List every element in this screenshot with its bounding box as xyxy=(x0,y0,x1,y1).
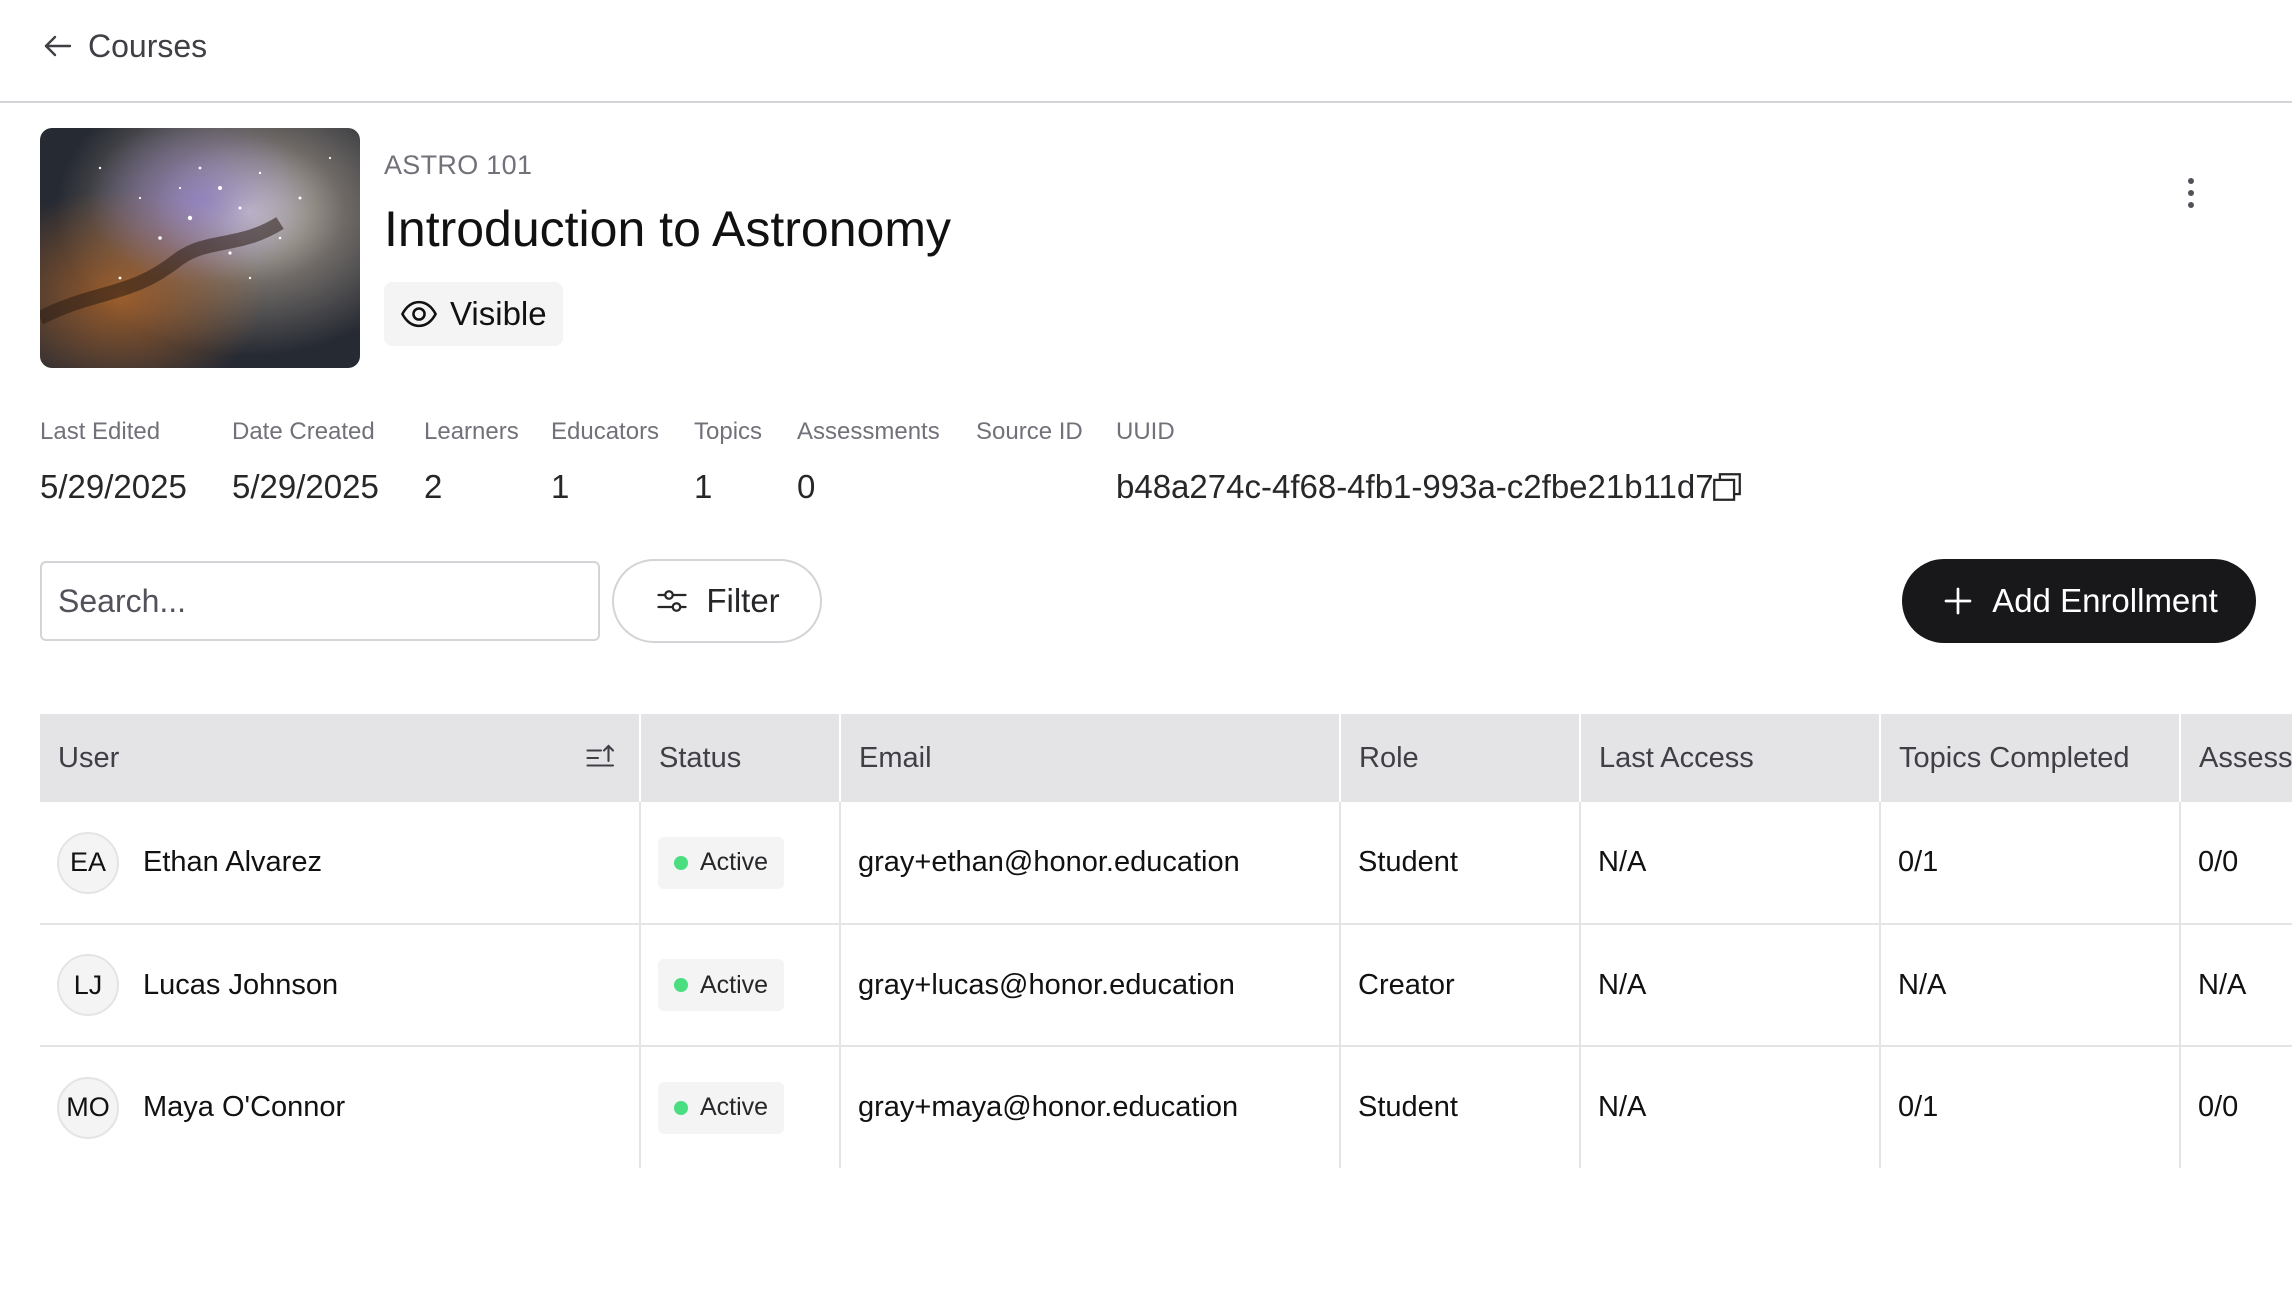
filter-label: Filter xyxy=(706,582,780,619)
learners-value: 2 xyxy=(424,468,443,505)
topics-completed-cell: 0/1 xyxy=(1880,1046,2181,1168)
add-enrollment-label: Add Enrollment xyxy=(1992,582,2218,619)
uuid-label: UUID xyxy=(1116,418,1175,445)
date-created-value: 5/29/2025 xyxy=(232,468,379,505)
user-name[interactable]: Lucas Johnson xyxy=(143,969,338,1002)
column-header-email[interactable]: Email xyxy=(840,714,1341,802)
email-cell: gray+lucas@honor.education xyxy=(840,924,1341,1046)
status-cell: Active xyxy=(640,802,841,924)
status-badge: Active xyxy=(658,959,785,1011)
topics-completed-cell: N/A xyxy=(1880,924,2181,1046)
avatar: EA xyxy=(57,831,119,894)
column-header-status[interactable]: Status xyxy=(640,714,841,802)
email-cell: gray+ethan@honor.education xyxy=(840,802,1341,924)
column-header-user[interactable]: User xyxy=(40,714,641,802)
last-edited-label: Last Edited xyxy=(40,418,161,445)
back-link-label: Courses xyxy=(88,27,208,64)
course-thumbnail xyxy=(40,128,360,368)
role-cell: Student xyxy=(1340,1046,1581,1168)
status-label: Active xyxy=(700,848,769,876)
status-label: Active xyxy=(700,970,769,999)
assessments-cell: 0/0 xyxy=(2180,1046,2292,1168)
eye-icon xyxy=(401,300,437,328)
filter-button[interactable]: Filter xyxy=(612,559,822,643)
enrollment-table: User Status Email Role Last Access Topic… xyxy=(40,714,2292,1168)
user-cell: EA Ethan Alvarez xyxy=(40,802,641,924)
add-enrollment-button[interactable]: Add Enrollment xyxy=(1902,559,2256,643)
table-row[interactable]: LJ Lucas Johnson Active gray+lucas@honor… xyxy=(40,924,2292,1046)
last-access-cell: N/A xyxy=(1580,924,1881,1046)
source-id-label: Source ID xyxy=(976,418,1083,445)
assessments-cell: N/A xyxy=(2180,924,2292,1046)
plus-icon xyxy=(1944,587,1972,615)
column-header-assessments[interactable]: Assessments xyxy=(2180,714,2292,802)
user-name[interactable]: Maya O'Connor xyxy=(143,1091,345,1124)
user-name[interactable]: Ethan Alvarez xyxy=(143,846,322,879)
learners-label: Learners xyxy=(424,418,519,445)
status-cell: Active xyxy=(640,924,841,1046)
role-cell: Student xyxy=(1340,802,1581,924)
assessments-value: 0 xyxy=(797,468,816,505)
more-vertical-icon xyxy=(2188,178,2194,184)
user-cell: LJ Lucas Johnson xyxy=(40,924,641,1046)
copy-icon[interactable] xyxy=(1710,470,1744,504)
status-cell: Active xyxy=(640,1046,841,1168)
enrollment-table-container: User Status Email Role Last Access Topic… xyxy=(40,714,2292,1168)
visibility-label: Visible xyxy=(450,295,547,332)
more-options-button[interactable] xyxy=(2176,168,2206,218)
user-cell: MO Maya O'Connor xyxy=(40,1046,641,1168)
sliders-icon xyxy=(657,590,687,612)
date-created-label: Date Created xyxy=(232,418,375,445)
course-title: Introduction to Astronomy xyxy=(384,201,951,257)
status-badge: Active xyxy=(658,1081,785,1134)
back-to-courses-link[interactable]: Courses xyxy=(40,24,207,68)
avatar: MO xyxy=(57,1076,119,1139)
status-dot-icon xyxy=(674,855,688,870)
search-input[interactable] xyxy=(40,561,600,641)
column-header-role[interactable]: Role xyxy=(1340,714,1581,802)
last-access-cell: N/A xyxy=(1580,1046,1881,1168)
educators-value: 1 xyxy=(551,468,570,505)
course-code: ASTRO 101 xyxy=(384,150,533,180)
last-access-cell: N/A xyxy=(1580,802,1881,924)
assessments-label: Assessments xyxy=(797,418,940,445)
arrow-left-icon xyxy=(44,35,72,57)
avatar: LJ xyxy=(57,954,119,1016)
column-header-user-label: User xyxy=(58,741,120,774)
status-dot-icon xyxy=(674,1100,688,1115)
table-row[interactable]: EA Ethan Alvarez Active gray+ethan@honor… xyxy=(40,802,2292,924)
assessments-cell: 0/0 xyxy=(2180,802,2292,924)
educators-label: Educators xyxy=(551,418,660,445)
visibility-badge[interactable]: Visible xyxy=(384,282,563,346)
last-edited-value: 5/29/2025 xyxy=(40,468,187,505)
email-cell: gray+maya@honor.education xyxy=(840,1046,1341,1168)
topics-completed-cell: 0/1 xyxy=(1880,802,2181,924)
status-label: Active xyxy=(700,1093,769,1121)
status-badge: Active xyxy=(658,836,785,889)
topics-label: Topics xyxy=(694,418,763,445)
topics-value: 1 xyxy=(694,468,713,505)
role-cell: Creator xyxy=(1340,924,1581,1046)
sort-ascending-icon[interactable] xyxy=(583,740,619,776)
status-dot-icon xyxy=(674,978,688,992)
table-header-row: User Status Email Role Last Access Topic… xyxy=(40,714,2292,802)
top-bar: Courses xyxy=(0,0,2292,103)
column-header-last-access[interactable]: Last Access xyxy=(1580,714,1881,802)
column-header-topics-completed[interactable]: Topics Completed xyxy=(1880,714,2181,802)
uuid-value: b48a274c-4f68-4fb1-993a-c2fbe21b11d7 xyxy=(1116,468,1714,505)
table-row[interactable]: MO Maya O'Connor Active gray+maya@honor.… xyxy=(40,1046,2292,1168)
